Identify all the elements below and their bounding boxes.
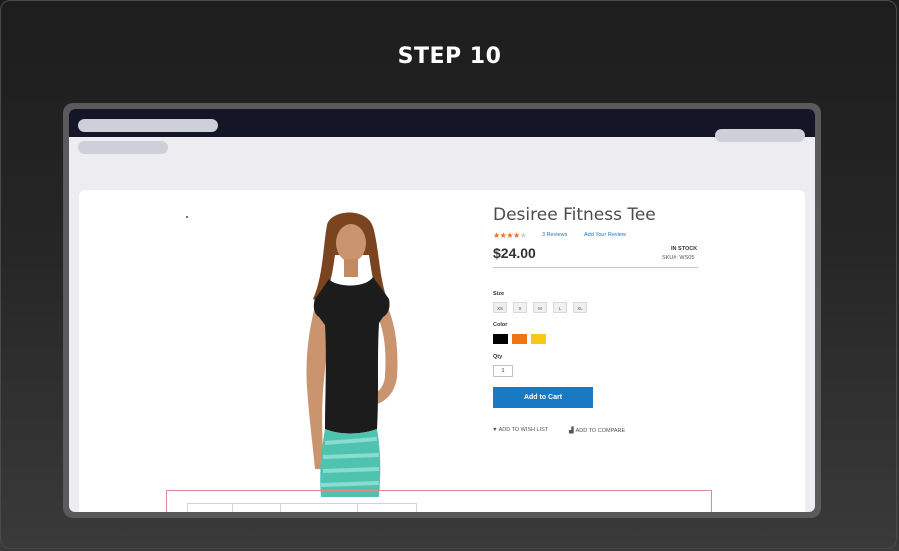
size-option-l[interactable]: L <box>553 302 567 313</box>
heart-icon: ♥ <box>493 427 497 433</box>
divider <box>493 267 698 268</box>
product-sku: SKU#: WS05 <box>662 255 695 261</box>
header-placeholder-bar <box>78 141 168 154</box>
product-price: $24.00 <box>493 245 536 261</box>
tab-placeholder[interactable] <box>232 503 281 512</box>
size-option-m[interactable]: M <box>533 302 547 313</box>
bar-chart-icon: ▟ <box>569 428 574 434</box>
wishlist-label: ADD TO WISH LIST <box>498 427 549 433</box>
product-name: Desiree Fitness Tee <box>493 205 656 225</box>
color-swatch-orange[interactable] <box>512 334 527 344</box>
rating-stars: ★★★★★ <box>493 231 527 240</box>
color-label: Color <box>493 322 508 328</box>
color-swatch-yellow[interactable] <box>531 334 546 344</box>
star-icon: ★ <box>493 231 500 240</box>
compare-label: ADD TO COMPARE <box>575 428 626 434</box>
header-placeholder-bar <box>715 129 805 142</box>
tab-placeholder[interactable] <box>280 503 358 512</box>
add-review-link[interactable]: Add Your Review <box>584 232 626 238</box>
browser-window: Desiree Fitness Tee ★★★★★ 3 Reviews Add … <box>63 103 821 518</box>
stock-status: IN STOCK <box>671 246 698 252</box>
size-option-s[interactable]: S <box>513 302 527 313</box>
qty-label: Qty <box>493 354 503 360</box>
star-icon: ★ <box>519 231 527 240</box>
qty-input[interactable]: 1 <box>493 365 513 377</box>
size-label: Size <box>493 291 505 297</box>
browser-viewport: Desiree Fitness Tee ★★★★★ 3 Reviews Add … <box>69 109 815 512</box>
tab-placeholder[interactable] <box>357 503 417 512</box>
color-swatch-black[interactable] <box>493 334 508 344</box>
star-icon: ★ <box>513 231 520 240</box>
product-page: Desiree Fitness Tee ★★★★★ 3 Reviews Add … <box>79 190 805 512</box>
tab-placeholder[interactable] <box>187 503 233 512</box>
size-option-xs[interactable]: XS <box>493 302 507 313</box>
add-to-wishlist-link[interactable]: ♥ ADD TO WISH LIST <box>493 427 548 433</box>
add-to-compare-link[interactable]: ▟ ADD TO COMPARE <box>569 427 625 434</box>
star-icon: ★ <box>506 231 514 240</box>
add-to-cart-button[interactable]: Add to Cart <box>493 387 593 408</box>
step-title: STEP 10 <box>397 44 502 69</box>
reviews-link[interactable]: 3 Reviews <box>542 232 567 238</box>
stray-dot <box>186 216 188 218</box>
product-image[interactable] <box>269 207 429 497</box>
header-placeholder-bar <box>78 119 218 132</box>
size-option-xl[interactable]: XL <box>573 302 587 313</box>
